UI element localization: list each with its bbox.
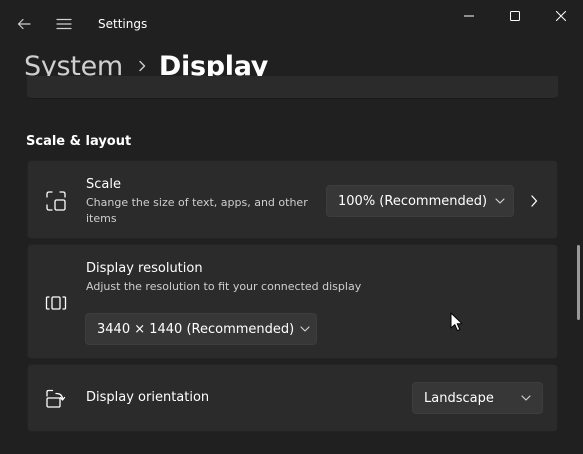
display-resolution-description: Adjust the resolution to fit your connec…: [86, 280, 362, 293]
scale-setting-card[interactable]: Scale Change the size of text, apps, and…: [27, 160, 558, 239]
vertical-scrollbar-thumb[interactable]: [577, 245, 580, 320]
maximize-button[interactable]: [492, 0, 538, 32]
resolution-icon: [45, 296, 67, 310]
navigation-menu-button[interactable]: [48, 8, 80, 40]
app-title: Settings: [98, 17, 148, 31]
display-orientation-title: Display orientation: [86, 390, 210, 405]
scale-title: Scale: [86, 177, 121, 192]
display-resolution-dropdown-value: 3440 × 1440 (Recommended): [97, 321, 295, 337]
minimize-button[interactable]: [446, 0, 492, 32]
display-orientation-card: Display orientation Landscape: [27, 364, 558, 432]
breadcrumb-separator-icon: [137, 60, 147, 72]
previous-settings-card: [27, 76, 558, 99]
orientation-icon: [46, 389, 66, 408]
display-orientation-dropdown-value: Landscape: [424, 390, 494, 406]
display-resolution-title: Display resolution: [86, 261, 203, 276]
scale-description-line2: items: [86, 212, 117, 225]
scale-description-line1: Change the size of text, apps, and other: [86, 196, 308, 209]
scale-dropdown-value: 100% (Recommended): [338, 193, 488, 209]
display-orientation-dropdown[interactable]: Landscape: [412, 382, 543, 414]
display-resolution-card: Display resolution Adjust the resolution…: [27, 244, 558, 359]
mouse-pointer-icon: [450, 312, 463, 332]
title-bar: Settings: [0, 0, 583, 48]
chevron-down-icon: [510, 395, 542, 401]
back-button[interactable]: [8, 8, 40, 40]
section-title-scale-layout: Scale & layout: [26, 134, 132, 149]
close-button[interactable]: [538, 0, 583, 32]
back-arrow-icon: [17, 18, 31, 30]
minimize-icon: [464, 15, 474, 17]
display-resolution-dropdown[interactable]: 3440 × 1440 (Recommended): [85, 313, 317, 345]
chevron-down-icon: [487, 198, 513, 204]
maximize-icon: [510, 11, 520, 21]
scale-icon: [46, 191, 66, 211]
hamburger-menu-icon: [56, 18, 72, 30]
scale-dropdown[interactable]: 100% (Recommended): [326, 185, 514, 217]
chevron-down-icon: [294, 326, 316, 332]
scale-details-chevron-right-icon[interactable]: [524, 191, 544, 211]
close-icon: [556, 11, 566, 21]
